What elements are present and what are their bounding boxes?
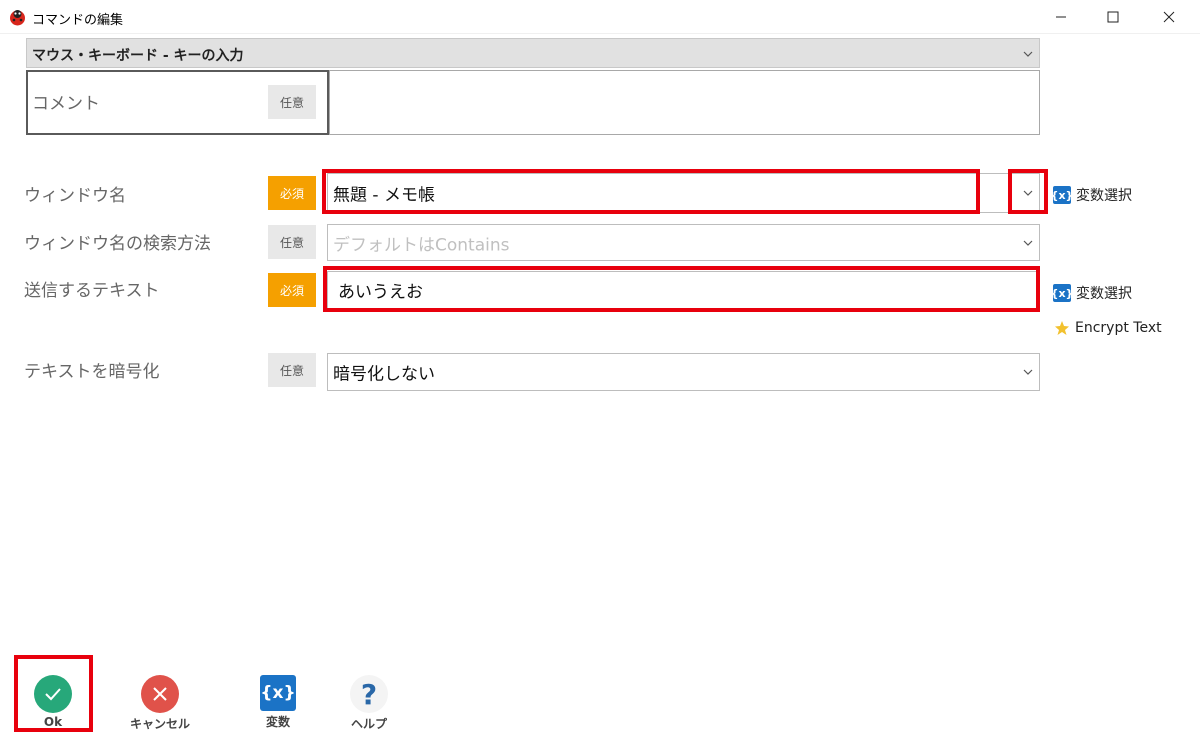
comment-optional-badge: 任意 xyxy=(268,85,316,119)
encrypt-value: 暗号化しない xyxy=(333,364,435,385)
cancel-label: キャンセル xyxy=(129,717,190,731)
encrypt-select[interactable]: 暗号化しない xyxy=(327,353,1040,391)
variable-link-label: 変数選択 xyxy=(1076,286,1132,302)
maximize-icon xyxy=(1107,11,1119,23)
maximize-button[interactable] xyxy=(1090,0,1136,34)
chevron-down-icon xyxy=(1023,240,1033,246)
search-method-optional-badge: 任意 xyxy=(268,225,316,259)
variable-icon: {x} xyxy=(1051,186,1073,204)
help-label: ヘルプ xyxy=(350,717,387,731)
command-select[interactable]: マウス・キーボード - キーの入力 xyxy=(26,38,1040,68)
comment-label: コメント xyxy=(32,94,100,114)
search-method-select[interactable]: デフォルトはContains xyxy=(327,224,1040,261)
variable-icon: {x} xyxy=(260,675,296,711)
encrypt-text-link[interactable]: Encrypt Text xyxy=(1054,320,1162,336)
ok-button[interactable]: Ok xyxy=(13,675,93,732)
encrypt-label: テキストを暗号化 xyxy=(24,362,160,382)
variables-label: 変数 xyxy=(265,715,290,729)
search-method-label: ウィンドウ名の検索方法 xyxy=(24,234,211,254)
send-text-label: 送信するテキスト xyxy=(24,281,160,301)
comment-input[interactable] xyxy=(329,70,1040,135)
window-name-variable-link[interactable]: {x} 変数選択 xyxy=(1051,185,1132,205)
minimize-icon xyxy=(1056,16,1066,18)
window-name-label: ウィンドウ名 xyxy=(24,186,126,206)
ok-label: Ok xyxy=(43,715,63,729)
window-title: コマンドの編集 xyxy=(32,13,124,28)
send-text-required-badge: 必須 xyxy=(268,273,316,307)
variable-icon: {x} xyxy=(1051,284,1073,302)
window-name-value: 無題 - メモ帳 xyxy=(333,185,435,206)
window-name-required-badge: 必須 xyxy=(268,176,316,210)
variables-button[interactable]: {x} 変数 xyxy=(238,675,318,732)
send-text-input[interactable]: あいうえお xyxy=(327,271,1037,309)
check-icon xyxy=(34,675,72,713)
app-icon xyxy=(10,10,25,26)
chevron-down-icon[interactable] xyxy=(1023,188,1033,198)
cancel-x-icon xyxy=(141,675,179,713)
variable-link-label: 変数選択 xyxy=(1076,188,1132,204)
window-name-combobox[interactable]: 無題 - メモ帳 xyxy=(327,173,1040,213)
star-icon xyxy=(1055,321,1069,335)
chevron-down-icon xyxy=(1023,369,1033,375)
question-icon: ? xyxy=(350,675,388,713)
encrypt-optional-badge: 任意 xyxy=(268,353,316,387)
search-method-placeholder: デフォルトはContains xyxy=(333,235,510,255)
minimize-button[interactable] xyxy=(1038,0,1084,34)
send-text-variable-link[interactable]: {x} 変数選択 xyxy=(1051,283,1132,303)
close-button[interactable] xyxy=(1146,0,1192,34)
encrypt-text-label: Encrypt Text xyxy=(1075,320,1162,336)
chevron-down-icon xyxy=(1023,51,1033,57)
send-text-value: あいうえお xyxy=(338,282,423,303)
cancel-button[interactable]: キャンセル xyxy=(120,675,200,732)
title-bar: コマンドの編集 xyxy=(0,0,1200,34)
help-button[interactable]: ? ヘルプ xyxy=(329,675,409,732)
command-select-value: マウス・キーボード - キーの入力 xyxy=(32,48,244,64)
close-icon xyxy=(1163,11,1175,23)
